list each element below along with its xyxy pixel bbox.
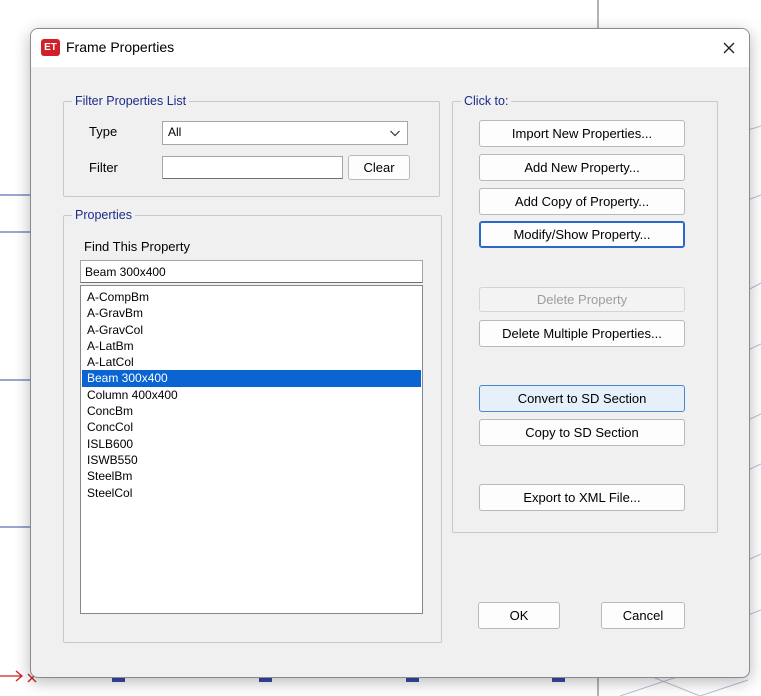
list-item[interactable]: A-GravBm	[82, 305, 421, 321]
export-to-xml-button[interactable]: Export to XML File...	[479, 484, 685, 511]
title-bar[interactable]: ET Frame Properties	[31, 29, 749, 67]
list-item[interactable]: SteelCol	[82, 485, 421, 501]
list-item[interactable]: A-GravCol	[82, 322, 421, 338]
find-property-input[interactable]	[80, 260, 423, 283]
list-item[interactable]: A-LatBm	[82, 338, 421, 354]
list-item[interactable]: ISLB600	[82, 436, 421, 452]
list-item[interactable]: ISWB550	[82, 452, 421, 468]
clear-button[interactable]: Clear	[348, 155, 410, 180]
convert-to-sd-section-button[interactable]: Convert to SD Section	[479, 385, 685, 412]
modify-show-property-button[interactable]: Modify/Show Property...	[479, 221, 685, 248]
click-to-caption: Click to:	[461, 94, 512, 109]
list-item[interactable]: A-LatCol	[82, 354, 421, 370]
cancel-button[interactable]: Cancel	[601, 602, 685, 629]
filter-input[interactable]	[162, 156, 343, 179]
close-button[interactable]	[717, 36, 741, 60]
filter-properties-group: Filter Properties List	[63, 94, 440, 197]
list-item[interactable]: ConcBm	[82, 403, 421, 419]
property-list[interactable]: A-CompBm A-GravBm A-GravCol A-LatBm A-LatCol…	[80, 285, 423, 614]
import-new-properties-button[interactable]: Import New Properties...	[479, 120, 685, 147]
close-icon	[723, 42, 735, 54]
type-dropdown-value: All	[168, 125, 182, 139]
list-item[interactable]: SteelBm	[82, 468, 421, 484]
dialog-title: Frame Properties	[66, 39, 175, 55]
list-item[interactable]: Beam 300x400	[82, 370, 421, 387]
delete-property-button[interactable]: Delete Property	[479, 287, 685, 312]
list-item[interactable]: Column 400x400	[82, 387, 421, 403]
properties-group-caption: Properties	[72, 208, 135, 223]
copy-to-sd-section-button[interactable]: Copy to SD Section	[479, 419, 685, 446]
filter-label: Filter	[89, 160, 118, 175]
add-new-property-button[interactable]: Add New Property...	[479, 154, 685, 181]
type-label: Type	[89, 124, 118, 139]
find-property-label: Find This Property	[84, 239, 190, 254]
ok-button[interactable]: OK	[478, 602, 560, 629]
chevron-down-icon	[390, 130, 400, 137]
etabs-app-icon: ET	[41, 39, 60, 56]
add-copy-of-property-button[interactable]: Add Copy of Property...	[479, 188, 685, 215]
list-item[interactable]: A-CompBm	[82, 289, 421, 305]
delete-multiple-properties-button[interactable]: Delete Multiple Properties...	[479, 320, 685, 347]
frame-properties-dialog: ET Frame Properties Filter Properties Li…	[30, 28, 750, 678]
type-dropdown[interactable]: All	[162, 121, 408, 145]
filter-group-caption: Filter Properties List	[72, 94, 190, 109]
list-item[interactable]: ConcCol	[82, 419, 421, 435]
